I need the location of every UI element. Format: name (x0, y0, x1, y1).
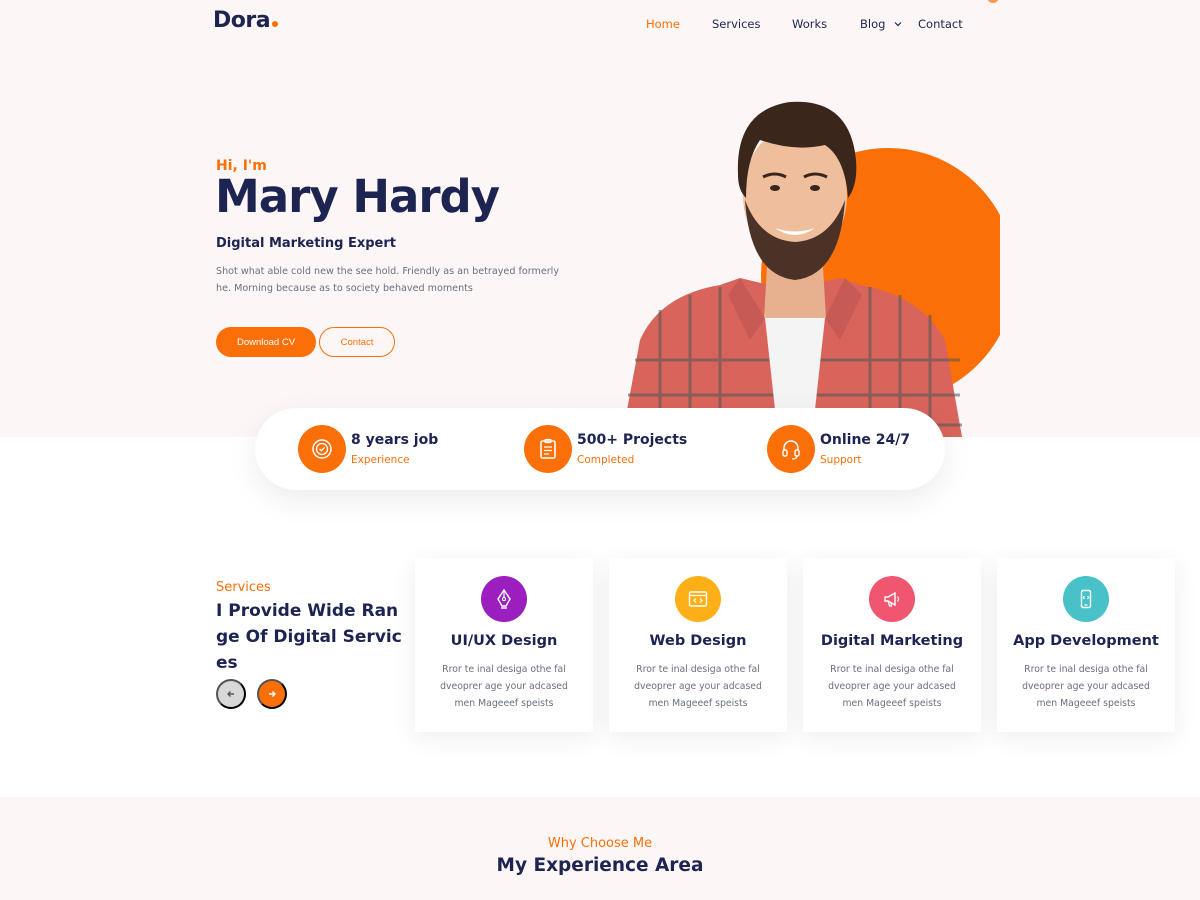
download-cv-button[interactable]: Download CV (216, 327, 316, 357)
hero-name: Mary Hardy (215, 170, 500, 223)
logo-text: Dora (213, 8, 271, 33)
service-card-uiux[interactable]: UI/UX Design Rror te inal desiga othe fa… (415, 558, 593, 732)
nav-item-home[interactable]: Home (646, 17, 680, 31)
arrow-right-icon (269, 691, 276, 697)
clipboard-icon (524, 425, 572, 473)
stat-subtitle: Experience (351, 454, 410, 466)
smartphone-code-icon (1063, 576, 1109, 622)
service-card-app-development[interactable]: App Development Rror te inal desiga othe… (997, 558, 1175, 732)
nav-item-works[interactable]: Works (792, 17, 827, 31)
experience-subtitle: Why Choose Me (547, 836, 653, 851)
stats-card: 8 years job Experience 500+ Projects Com… (255, 408, 945, 490)
service-title: UI/UX Design (450, 633, 558, 649)
services-title: I Provide Wide Range Of Digital Services (216, 601, 402, 673)
nav-item-contact[interactable]: Contact (918, 17, 963, 31)
service-card-digital-marketing[interactable]: Digital Marketing Rror te inal desiga ot… (803, 558, 981, 732)
pen-tool-icon (481, 576, 527, 622)
badge-check-icon (298, 425, 346, 473)
nav-item-services[interactable]: Services (712, 17, 761, 31)
stat-subtitle: Support (820, 454, 862, 466)
decorative-dot (987, 0, 999, 3)
stat-subtitle: Completed (577, 454, 635, 466)
carousel-prev-button[interactable] (216, 679, 246, 709)
service-text: Rror te inal desiga othe fal dveoprer ag… (634, 664, 762, 709)
logo[interactable]: Dora (213, 8, 279, 33)
arrow-left-icon (227, 691, 234, 697)
headset-icon (767, 425, 815, 473)
stat-title: Online 24/7 (820, 432, 911, 448)
hero-role: Digital Marketing Expert (216, 236, 396, 251)
browser-code-icon (675, 576, 721, 622)
hero-description: Shot what able cold new the see hold. Fr… (216, 266, 560, 294)
service-title: Digital Marketing (820, 633, 964, 649)
service-text: Rror te inal desiga othe fal dveoprer ag… (828, 664, 956, 709)
megaphone-icon (869, 576, 915, 622)
services-subtitle: Services (216, 580, 271, 595)
chevron-down-icon[interactable] (893, 19, 903, 29)
hero-portrait (600, 80, 1000, 437)
service-card-web-design[interactable]: Web Design Rror te inal desiga othe fal … (609, 558, 787, 732)
service-text: Rror te inal desiga othe fal dveoprer ag… (440, 664, 568, 709)
service-text: Rror te inal desiga othe fal dveoprer ag… (1022, 664, 1150, 709)
contact-button[interactable]: Contact (319, 327, 395, 357)
stat-title: 8 years job (351, 432, 439, 448)
stat-title: 500+ Projects (577, 432, 688, 448)
logo-dot (272, 21, 279, 27)
carousel-next-button[interactable] (257, 679, 287, 709)
service-title: Web Design (649, 633, 747, 649)
experience-title: My Experience Area (496, 855, 704, 876)
service-title: App Development (1013, 633, 1159, 649)
nav-item-blog[interactable]: Blog (860, 17, 885, 31)
